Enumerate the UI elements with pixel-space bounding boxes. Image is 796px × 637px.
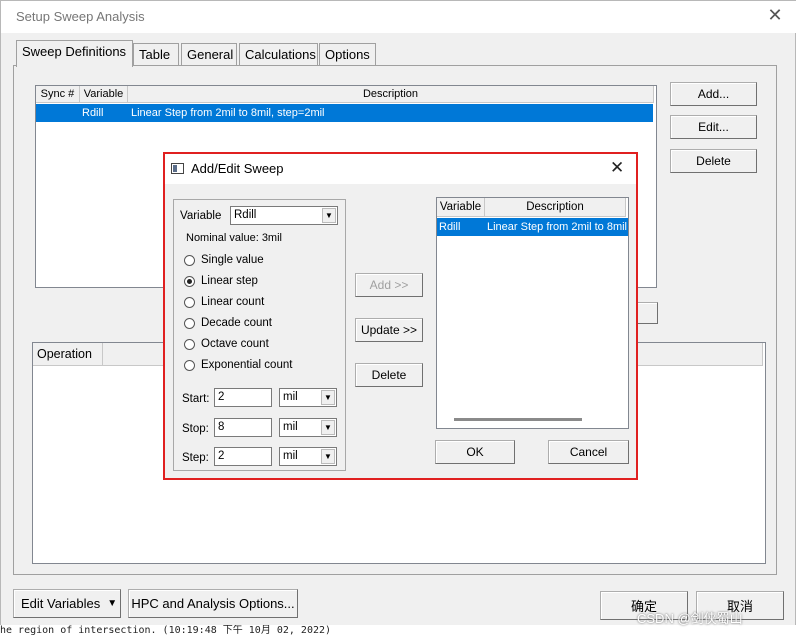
dialog-sweep-list[interactable]: Variable Description Rdill Linear Step f… xyxy=(436,197,629,429)
watermark: CSDN @剑侠蜀山 xyxy=(637,611,743,626)
dialog-title-bar: Add/Edit Sweep ✕ xyxy=(165,154,636,184)
close-icon[interactable]: ✕ xyxy=(610,158,624,178)
radio-icon xyxy=(184,318,195,329)
dropdown-arrow-icon: ▼ xyxy=(107,598,118,609)
start-label: Start: xyxy=(182,393,210,405)
edit-variables-button[interactable]: Edit Variables ▼ xyxy=(13,589,121,618)
chevron-down-icon: ▼ xyxy=(321,420,335,435)
step-unit-select[interactable]: mil ▼ xyxy=(279,447,337,466)
add-button[interactable]: Add... xyxy=(670,82,757,106)
col-header-variable[interactable]: Variable xyxy=(80,86,128,103)
stop-unit-select[interactable]: mil ▼ xyxy=(279,418,337,437)
step-input[interactable]: 2 xyxy=(214,447,272,466)
radio-icon xyxy=(184,360,195,371)
radio-exponential-count[interactable]: Exponential count xyxy=(184,359,334,373)
row-description: Linear Step from 2mil to 8mil, step=2mil xyxy=(131,107,325,119)
table-row[interactable]: Rdill Linear Step from 2mil to 8mil, ste… xyxy=(36,104,653,122)
col-header-sync[interactable]: Sync # xyxy=(36,86,80,103)
chevron-down-icon: ▼ xyxy=(322,208,336,223)
delete-button[interactable]: Delete xyxy=(670,149,757,173)
tab-general[interactable]: General xyxy=(181,43,237,66)
title-bar: Setup Sweep Analysis ✕ xyxy=(1,1,796,33)
horizontal-scrollbar[interactable] xyxy=(454,418,582,421)
radio-icon xyxy=(184,339,195,350)
update-button[interactable]: Update >> xyxy=(355,318,423,342)
tab-options[interactable]: Options xyxy=(319,43,376,66)
stop-label: Stop: xyxy=(182,423,209,435)
stop-input[interactable]: 8 xyxy=(214,418,272,437)
edit-button[interactable]: Edit... xyxy=(670,115,757,139)
radio-linear-step[interactable]: Linear step xyxy=(184,275,334,289)
radio-icon xyxy=(184,255,195,266)
dialog-cancel-button[interactable]: Cancel xyxy=(548,440,629,464)
dialog-app-icon xyxy=(171,163,184,174)
radio-linear-count[interactable]: Linear count xyxy=(184,296,334,310)
start-unit-select[interactable]: mil ▼ xyxy=(279,388,337,407)
start-input[interactable]: 2 xyxy=(214,388,272,407)
radio-decade-count[interactable]: Decade count xyxy=(184,317,334,331)
col-header-operation[interactable]: Operation xyxy=(33,343,103,366)
tab-sweep-definitions[interactable]: Sweep Definitions xyxy=(16,40,133,67)
dialog-delete-button[interactable]: Delete xyxy=(355,363,423,387)
variable-label: Variable xyxy=(180,210,222,222)
radio-octave-count[interactable]: Octave count xyxy=(184,338,334,352)
step-label: Step: xyxy=(182,452,209,464)
nominal-value: Nominal value: 3mil xyxy=(186,232,282,244)
add-to-list-button[interactable]: Add >> xyxy=(355,273,423,297)
radio-selected-icon xyxy=(184,276,195,287)
list-item[interactable]: Rdill Linear Step from 2mil to 8mil, s xyxy=(437,218,628,236)
col-header-variable[interactable]: Variable xyxy=(437,198,485,217)
chevron-down-icon: ▼ xyxy=(321,390,335,405)
tab-table[interactable]: Table xyxy=(133,43,179,66)
chevron-down-icon: ▼ xyxy=(321,449,335,464)
dialog-title: Add/Edit Sweep xyxy=(191,161,284,176)
col-header-description[interactable]: Description xyxy=(128,86,654,103)
sweep-type-group: Variable Rdill ▼ Nominal value: 3mil Sin… xyxy=(173,199,346,471)
window-title: Setup Sweep Analysis xyxy=(16,9,145,24)
add-edit-sweep-dialog: Add/Edit Sweep ✕ Variable Rdill ▼ Nomina… xyxy=(163,152,638,480)
hpc-options-button[interactable]: HPC and Analysis Options... xyxy=(128,589,298,618)
col-header-description[interactable]: Description xyxy=(485,198,626,217)
close-icon[interactable]: ✕ xyxy=(765,5,785,27)
variable-select[interactable]: Rdill ▼ xyxy=(230,206,338,225)
radio-single-value[interactable]: Single value xyxy=(184,254,334,268)
row-variable: Rdill xyxy=(82,107,104,119)
dialog-ok-button[interactable]: OK xyxy=(435,440,515,464)
radio-icon xyxy=(184,297,195,308)
tab-calculations[interactable]: Calculations xyxy=(239,43,318,66)
